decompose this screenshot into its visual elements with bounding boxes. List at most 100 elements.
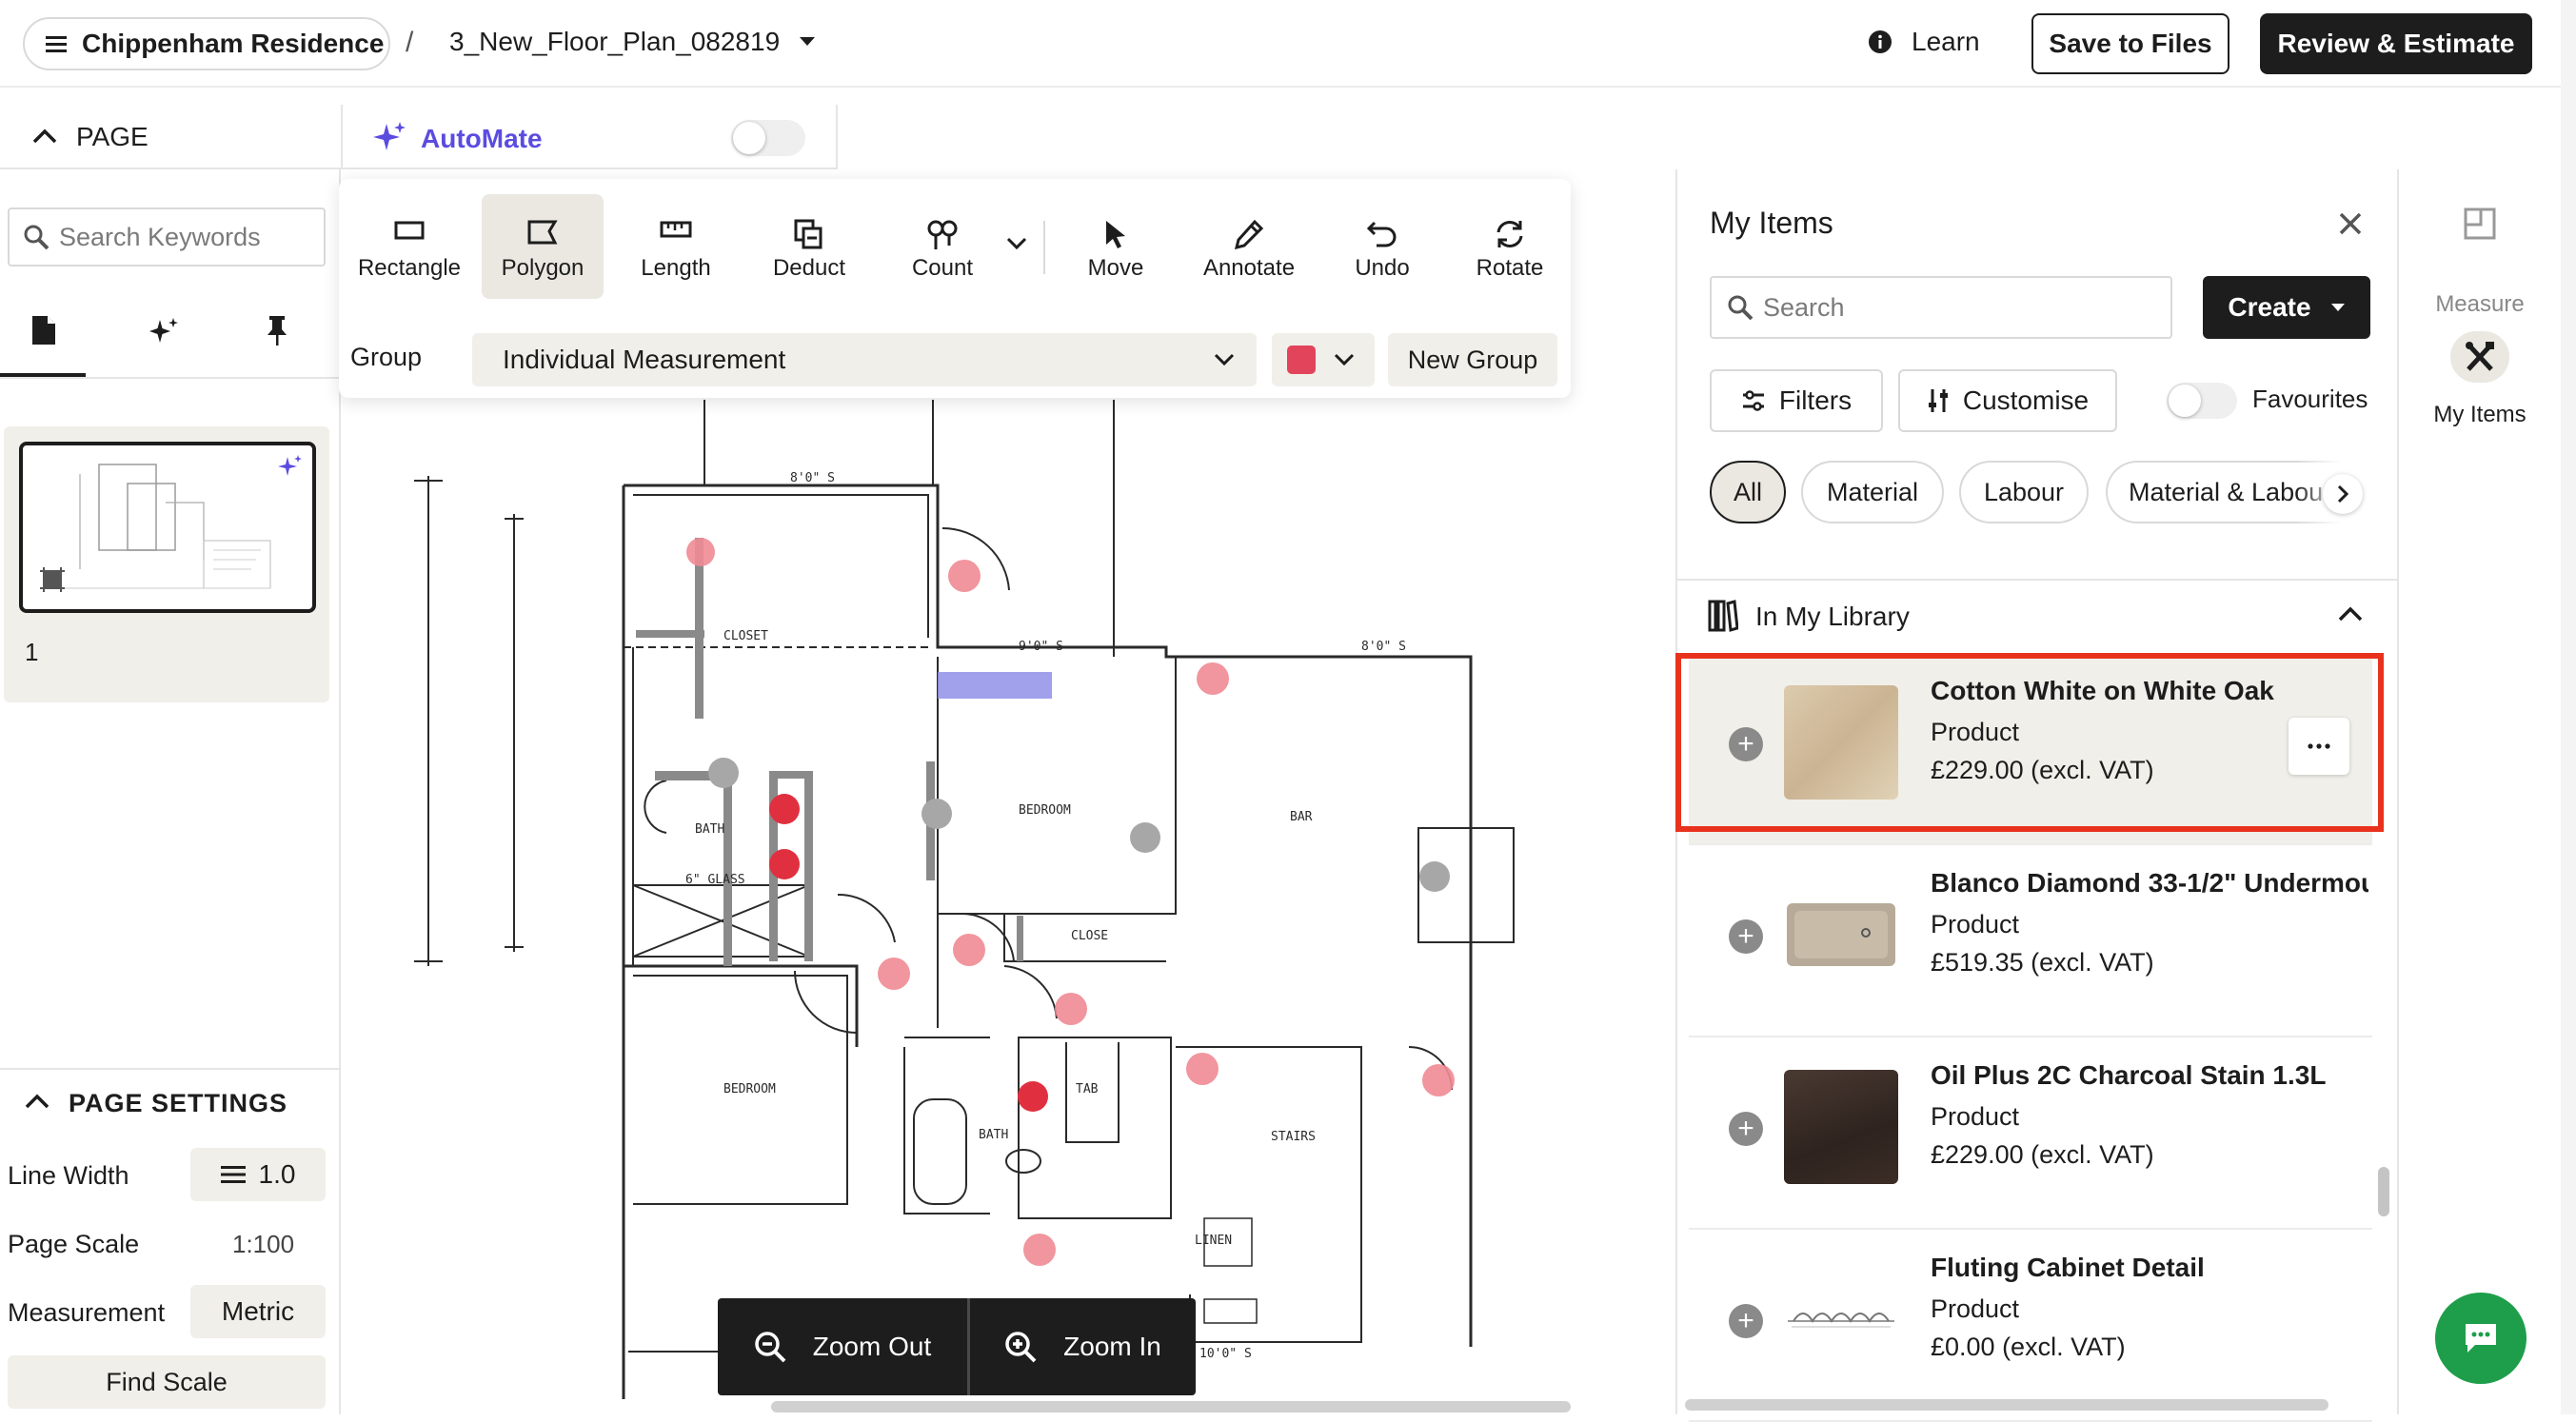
tool-rotate-label: Rotate: [1476, 255, 1544, 281]
new-group-button[interactable]: New Group: [1388, 333, 1557, 386]
count-pins-icon: [925, 219, 960, 251]
tool-polygon[interactable]: Polygon: [482, 194, 604, 299]
svg-text:CLOSET: CLOSET: [723, 629, 768, 643]
find-scale-button[interactable]: Find Scale: [8, 1355, 326, 1409]
add-item-icon[interactable]: +: [1729, 1304, 1763, 1338]
library-title: In My Library: [1755, 602, 1910, 631]
library-item[interactable]: + Fluting Cabinet Detail Product £0.00 (…: [1689, 1232, 2372, 1422]
items-search-input[interactable]: Search: [1710, 276, 2172, 339]
horizontal-scrollbar[interactable]: [771, 1401, 1571, 1412]
polygon-icon: [526, 219, 559, 246]
measurement-value: Metric: [221, 1296, 295, 1326]
tab-pinned[interactable]: [228, 289, 324, 377]
breadcrumb-separator: /: [406, 27, 414, 58]
tool-length-label: Length: [641, 255, 711, 281]
svg-text:8'0" S: 8'0" S: [790, 471, 835, 485]
item-thumbnail: [1784, 1262, 1898, 1376]
measure-icon: [2464, 207, 2496, 240]
learn-link[interactable]: Learn: [1868, 27, 1980, 57]
measurement-select[interactable]: Metric: [190, 1285, 326, 1338]
chip-material[interactable]: Material: [1801, 461, 1944, 523]
tool-undo[interactable]: Undo: [1321, 194, 1443, 299]
item-price: £519.35 (excl. VAT): [1931, 948, 2154, 977]
keyword-search-input[interactable]: Search Keywords: [8, 207, 326, 267]
more-tools-chevron-icon[interactable]: [1005, 236, 1028, 251]
items-vertical-scrollbar[interactable]: [2378, 1167, 2389, 1216]
add-item-icon[interactable]: +: [1729, 1112, 1763, 1146]
items-horizontal-scrollbar[interactable]: [1685, 1399, 2328, 1411]
measurement-toolbar: Rectangle Polygon Length Deduct Count Mo…: [339, 179, 1571, 398]
tool-deduct-label: Deduct: [772, 255, 846, 281]
favourites-toggle[interactable]: [2167, 383, 2237, 419]
create-button[interactable]: Create: [2203, 276, 2370, 339]
tab-pages[interactable]: [0, 289, 86, 377]
customise-label: Customise: [1962, 385, 2090, 415]
tool-move[interactable]: Move: [1055, 194, 1177, 299]
learn-label: Learn: [1912, 27, 1980, 56]
tool-rectangle[interactable]: Rectangle: [348, 194, 470, 299]
save-to-files-button[interactable]: Save to Files: [2031, 13, 2229, 74]
ai-marker-icon: [278, 455, 303, 480]
file-selector[interactable]: 3_New_Floor_Plan_082819: [449, 27, 816, 57]
color-chevron-icon: [1333, 352, 1356, 367]
library-section-header[interactable]: In My Library: [1677, 581, 2397, 651]
filters-button[interactable]: Filters: [1710, 369, 1883, 432]
cursor-icon: [1103, 219, 1128, 249]
chat-button[interactable]: [2435, 1293, 2526, 1384]
group-color-picker[interactable]: [1272, 333, 1375, 386]
hamburger-icon: [46, 35, 67, 52]
project-name: Chippenham Residence: [82, 29, 385, 58]
svg-text:LINEN: LINEN: [1195, 1234, 1232, 1248]
my-items-panel: My Items Search Create Filters Customise…: [1675, 169, 2397, 1422]
library-collapse-icon: [2338, 605, 2363, 622]
chevron-up-settings-icon: [25, 1093, 50, 1110]
file-name: 3_New_Floor_Plan_082819: [449, 27, 781, 56]
page-thumbnail-card[interactable]: 1: [4, 426, 329, 702]
chip-all[interactable]: All: [1710, 461, 1786, 523]
zoom-out-button[interactable]: Zoom Out: [718, 1298, 967, 1395]
tool-rectangle-label: Rectangle: [357, 255, 462, 281]
tool-annotate[interactable]: Annotate: [1188, 194, 1310, 299]
svg-text:STAIRS: STAIRS: [1271, 1130, 1316, 1144]
tool-annotate-label: Annotate: [1202, 255, 1296, 281]
item-price: £229.00 (excl. VAT): [1931, 1140, 2154, 1169]
rail-my-items-label: My Items: [2433, 402, 2526, 427]
chip-labour[interactable]: Labour: [1959, 461, 2089, 523]
library-item[interactable]: + Blanco Diamond 33-1/2" Undermount Prod…: [1689, 847, 2372, 1037]
filters-label: Filters: [1778, 385, 1853, 415]
chips-next-button[interactable]: [2323, 474, 2363, 514]
page-scale-label: Page Scale: [8, 1230, 140, 1258]
add-item-icon[interactable]: +: [1729, 919, 1763, 954]
project-selector[interactable]: Chippenham Residence: [23, 17, 390, 70]
chevron-up-icon: [32, 128, 57, 145]
page-number: 1: [25, 638, 39, 666]
tool-length[interactable]: Length: [615, 194, 737, 299]
customise-button[interactable]: Customise: [1898, 369, 2117, 432]
tool-count[interactable]: Count: [882, 194, 1003, 299]
close-icon[interactable]: [2338, 211, 2363, 236]
pen-icon: [1234, 219, 1264, 249]
rail-my-items-button[interactable]: My Items: [2399, 327, 2561, 451]
tab-ai[interactable]: [114, 289, 209, 377]
sparkle-tab-icon: [149, 316, 179, 346]
zoom-in-button[interactable]: Zoom In: [970, 1298, 1196, 1395]
svg-text:6" GLASS: 6" GLASS: [685, 873, 745, 887]
group-select[interactable]: Individual Measurement: [472, 333, 1257, 386]
svg-text:8'0" S: 8'0" S: [1361, 640, 1406, 654]
automate-toggle[interactable]: [731, 120, 805, 156]
document-icon: [30, 314, 57, 346]
rail-measure-button[interactable]: Measure: [2399, 198, 2561, 322]
review-estimate-button[interactable]: Review & Estimate: [2260, 13, 2532, 74]
filters-icon: [1741, 390, 1766, 411]
page-section-header[interactable]: PAGE: [0, 105, 343, 169]
tool-undo-label: Undo: [1355, 255, 1410, 281]
page-thumbnail[interactable]: [19, 442, 316, 613]
tool-polygon-label: Polygon: [501, 255, 585, 281]
line-width-control[interactable]: 1.0: [190, 1148, 326, 1201]
tool-rotate[interactable]: Rotate: [1449, 194, 1571, 299]
tool-deduct[interactable]: Deduct: [748, 194, 870, 299]
page-scale-value[interactable]: 1:100: [232, 1230, 294, 1259]
page-settings-header[interactable]: PAGE SETTINGS: [0, 1068, 339, 1136]
library-item[interactable]: + Oil Plus 2C Charcoal Stain 1.3L Produc…: [1689, 1039, 2372, 1230]
rail-measure-label: Measure: [2435, 291, 2525, 317]
